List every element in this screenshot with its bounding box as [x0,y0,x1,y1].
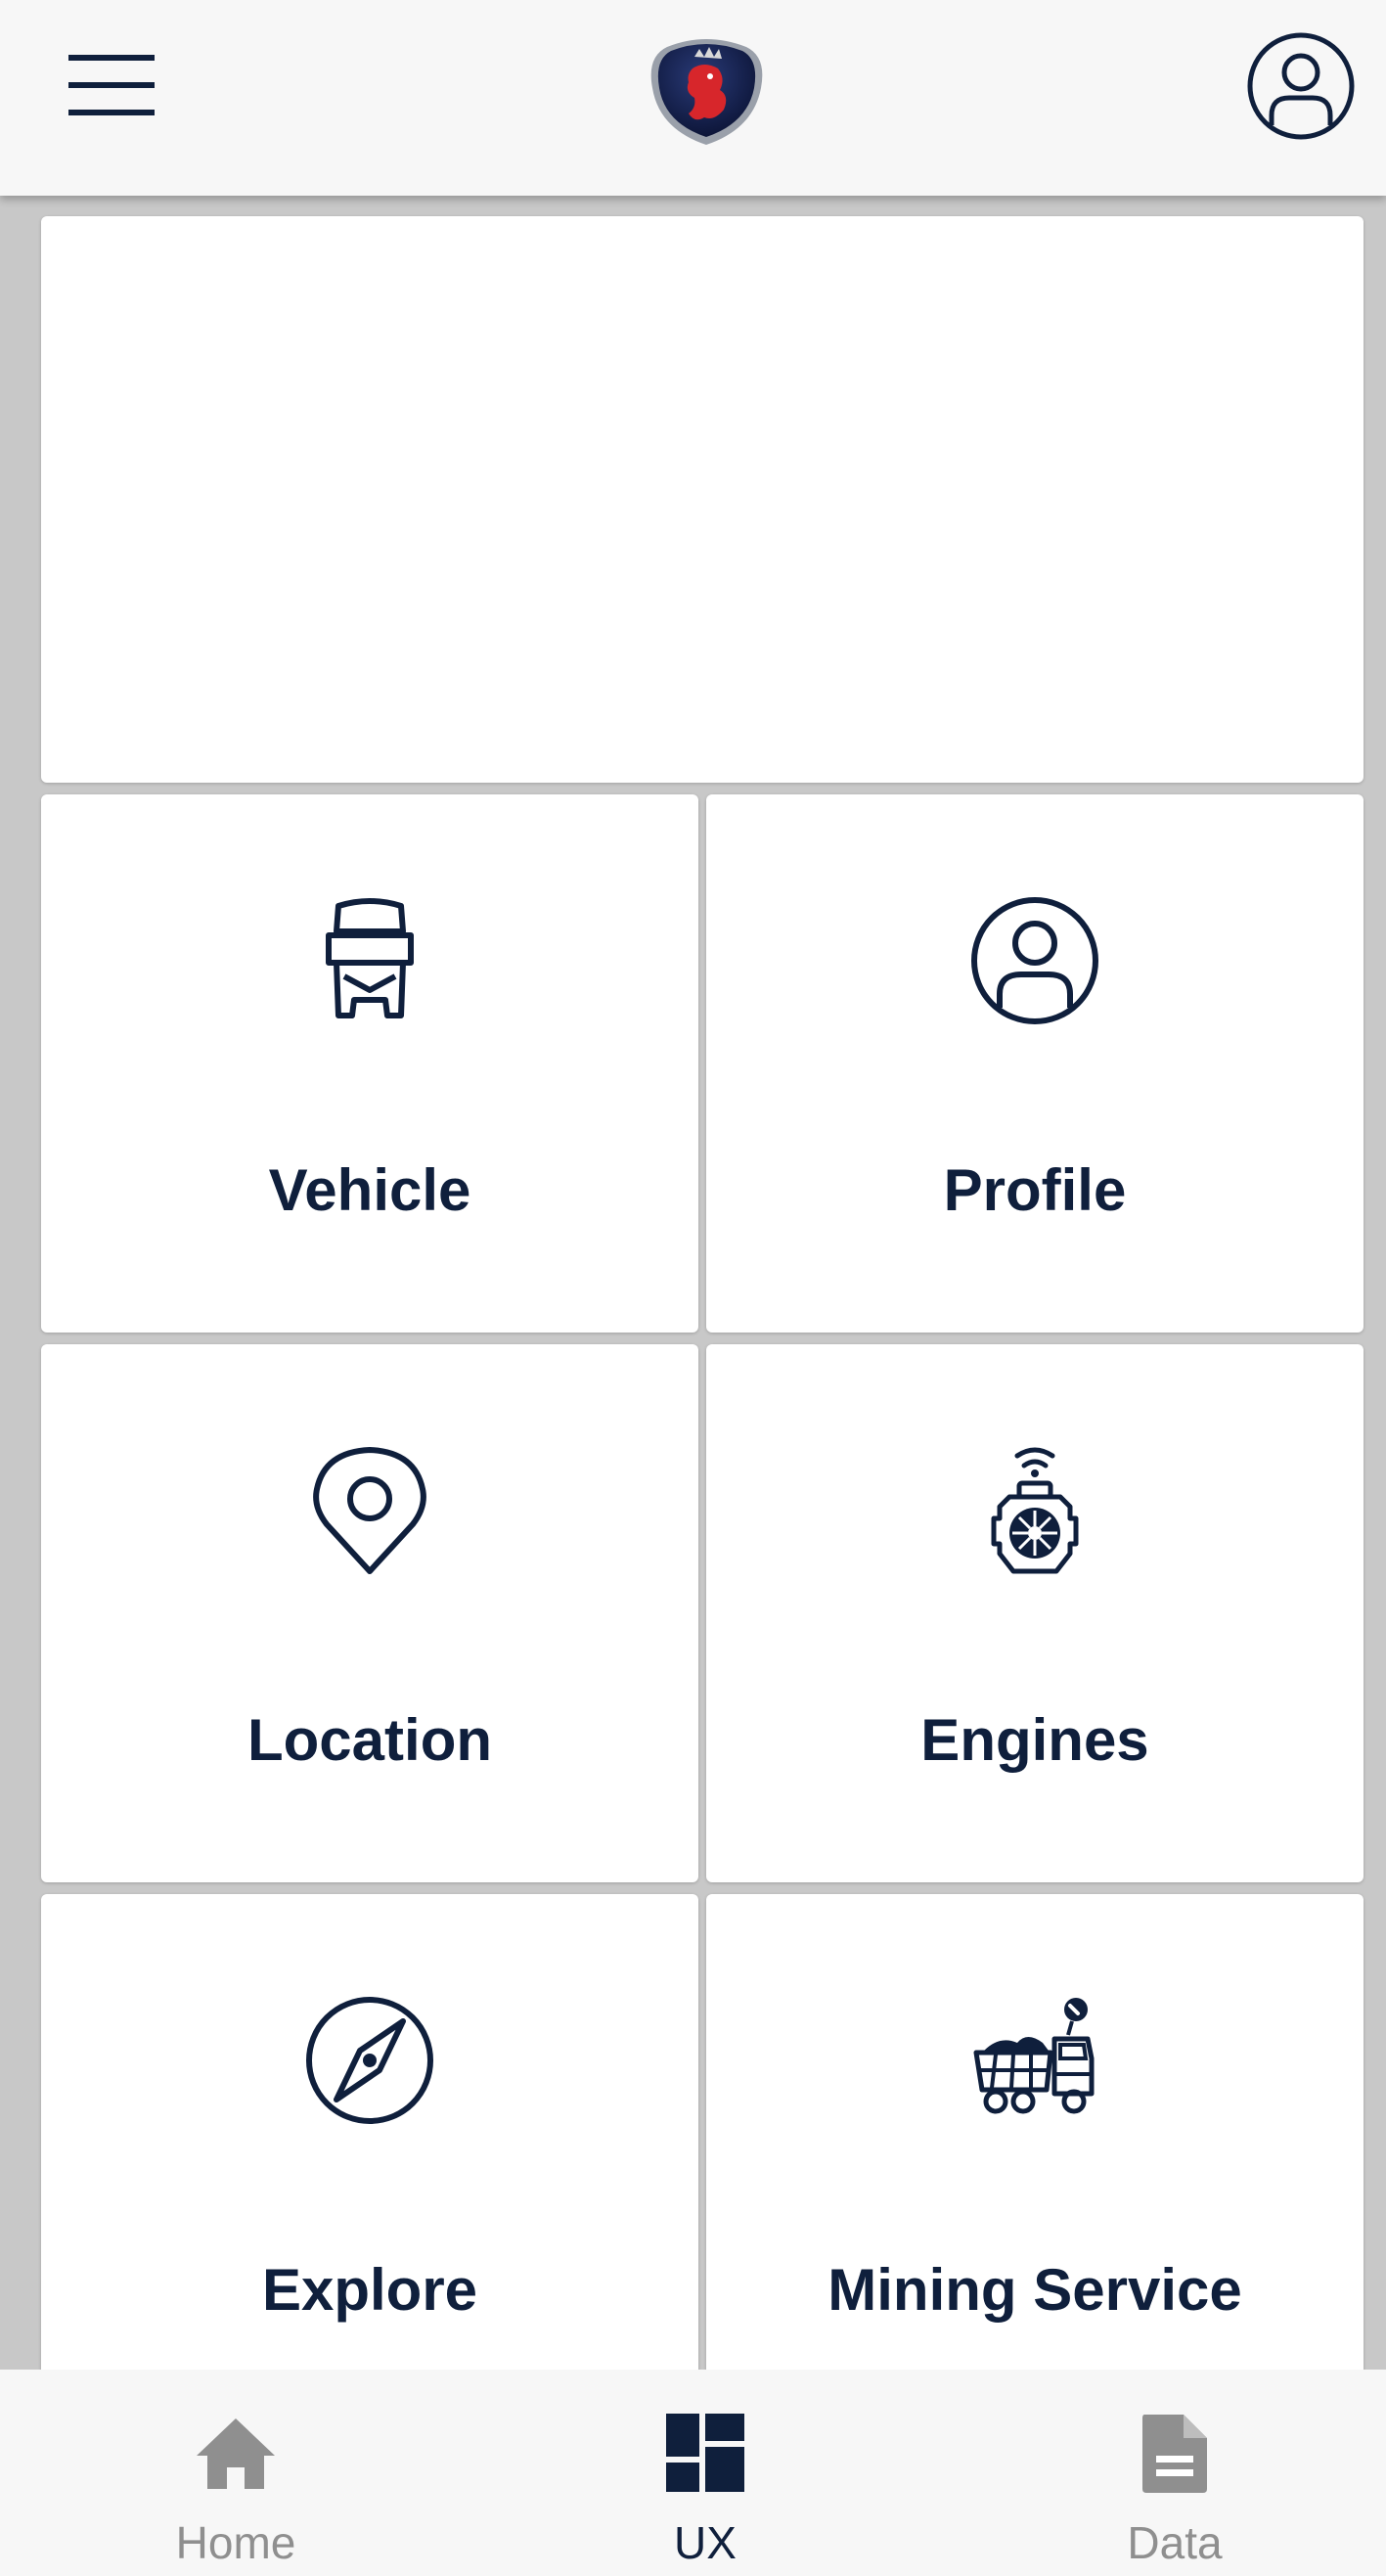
tile-label: Mining Service [827,2257,1242,2323]
brand-logo [646,27,768,149]
tile-explore[interactable]: Explore [41,1894,698,2370]
account-button[interactable] [1244,29,1358,143]
user-circle-icon [966,892,1103,1029]
user-account-icon [1247,32,1355,140]
nav-ux[interactable]: UX [474,2370,936,2576]
tile-mining-service[interactable]: Mining Service [706,1894,1364,2370]
dashboard-icon [661,2409,749,2497]
map-pin-icon [301,1442,438,1579]
hamburger-menu-icon [68,55,155,115]
compass-icon [301,1992,438,2129]
tile-label: Profile [943,1157,1127,1223]
bottom-navigation: Home UX Data [0,2370,1386,2576]
main-content: Vehicle Profile Location Engines Explore… [0,196,1386,2370]
banner-card [41,216,1364,783]
tile-profile[interactable]: Profile [706,794,1364,1333]
home-icon [192,2409,280,2497]
tile-vehicle[interactable]: Vehicle [41,794,698,1333]
nav-home-label: Home [175,2517,296,2568]
nav-data-label: Data [1127,2517,1223,2568]
nav-home[interactable]: Home [5,2370,467,2576]
menu-button[interactable] [61,44,162,127]
tile-label: Explore [261,2257,478,2323]
document-icon [1131,2409,1219,2497]
app-header [0,0,1386,196]
tile-label: Engines [920,1707,1149,1773]
truck-front-icon [301,892,438,1029]
tile-label: Vehicle [268,1157,471,1223]
griffin-logo-icon [650,39,763,145]
tile-location[interactable]: Location [41,1344,698,1882]
nav-ux-label: UX [674,2517,737,2568]
mining-truck-icon [966,1992,1103,2129]
tile-label: Location [247,1707,492,1773]
connected-engine-icon [966,1442,1103,1579]
tile-engines[interactable]: Engines [706,1344,1364,1882]
nav-data[interactable]: Data [944,2370,1386,2576]
